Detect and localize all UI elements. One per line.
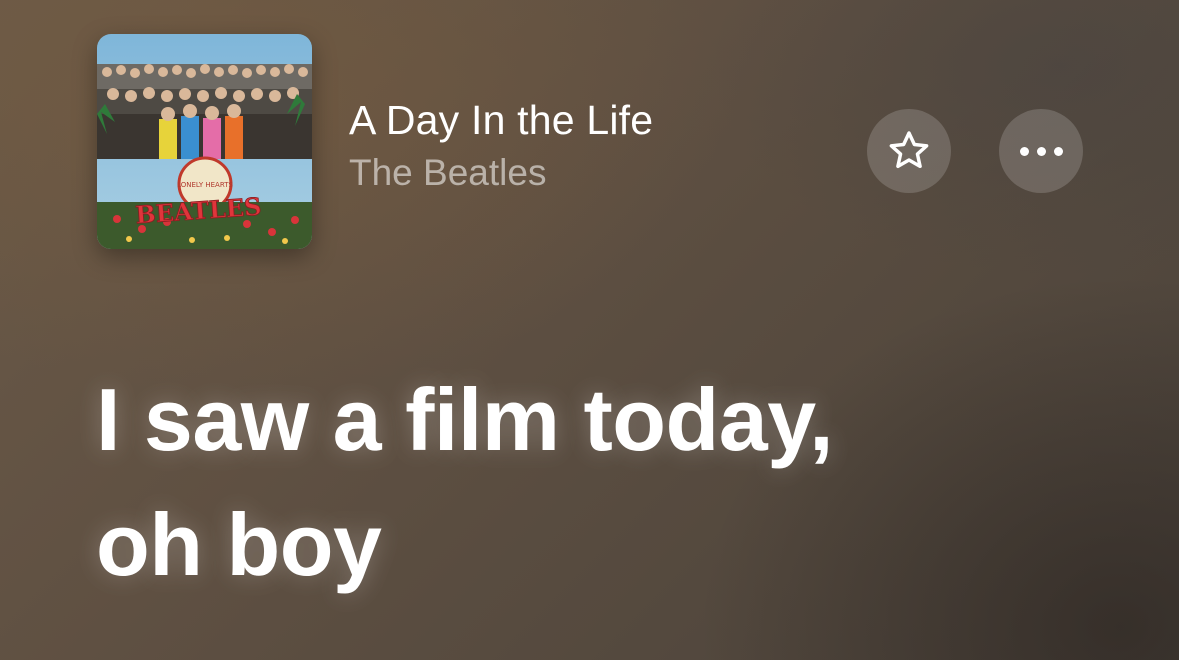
- track-artist[interactable]: The Beatles: [349, 152, 653, 194]
- ellipsis-icon: [1019, 146, 1063, 156]
- svg-text:LONELY HEARTS: LONELY HEARTS: [177, 181, 233, 189]
- current-lyric[interactable]: I saw a film today, oh boy: [96, 357, 1096, 607]
- album-cover-image: LONELY HEARTS BEATLES: [97, 34, 312, 249]
- lyric-line: I saw a film today,: [96, 370, 834, 469]
- album-art[interactable]: LONELY HEARTS BEATLES: [97, 34, 312, 249]
- track-info: A Day In the Life The Beatles: [349, 97, 653, 194]
- track-title[interactable]: A Day In the Life: [349, 97, 653, 143]
- favorite-button[interactable]: [867, 109, 951, 193]
- lyric-line: oh boy: [96, 495, 382, 594]
- star-outline-icon: [889, 131, 929, 169]
- more-options-button[interactable]: [999, 109, 1083, 193]
